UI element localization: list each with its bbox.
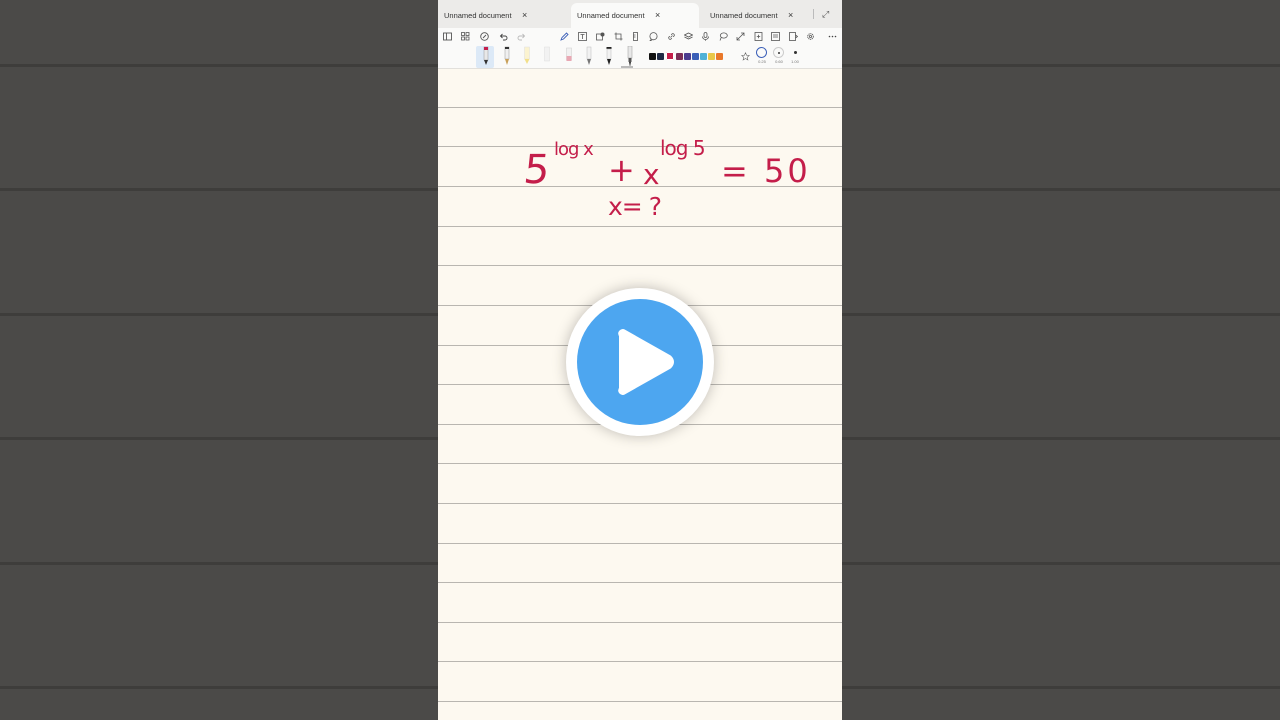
pen-tray-handle — [621, 66, 633, 68]
ruler-icon[interactable] — [631, 32, 640, 41]
fountain-pen-icon[interactable] — [481, 46, 491, 68]
tab-document-1[interactable]: Unnamed document × — [438, 3, 562, 28]
ruled-line — [438, 582, 842, 583]
color-swatch-orange[interactable] — [716, 53, 723, 60]
more-icon[interactable] — [828, 32, 837, 41]
tab-label: Unnamed document — [710, 11, 778, 20]
stroke-size-small-label: 0.25 — [758, 59, 766, 64]
eraser-icon[interactable] — [564, 46, 574, 68]
ruled-line — [438, 265, 842, 266]
pencil-tool-icon[interactable] — [584, 46, 594, 68]
ruled-line — [438, 107, 842, 108]
handwriting-question: x= ? — [608, 192, 662, 221]
color-swatch-red[interactable] — [666, 52, 674, 60]
ruled-line — [438, 226, 842, 227]
lasso-icon[interactable] — [719, 32, 728, 41]
calligraphy-pen-icon[interactable] — [625, 46, 635, 68]
favorite-star-icon[interactable] — [741, 52, 750, 61]
color-swatch-blue[interactable] — [692, 53, 699, 60]
color-swatch-purple[interactable] — [684, 53, 691, 60]
color-swatch-black[interactable] — [649, 53, 656, 60]
pen-toolbar: 0.25 0.60 1.00 — [438, 46, 842, 69]
grid-icon[interactable] — [461, 32, 470, 41]
color-swatch-plum[interactable] — [676, 53, 683, 60]
handwriting-exponent-1: log x — [554, 139, 594, 160]
brush-pen-icon[interactable] — [604, 46, 614, 68]
marker-icon[interactable] — [542, 46, 552, 68]
pen-circle-icon[interactable] — [480, 32, 489, 41]
tab-divider — [813, 9, 814, 19]
stroke-size-small[interactable] — [756, 47, 767, 58]
expand-icon[interactable] — [736, 32, 745, 41]
split-icon[interactable] — [789, 32, 798, 41]
handwriting-x: x — [643, 158, 660, 191]
link-icon[interactable] — [667, 32, 676, 41]
close-icon[interactable]: × — [522, 3, 527, 28]
tab-document-2[interactable]: Unnamed document × — [571, 3, 699, 28]
handwriting-plus: + — [608, 151, 635, 189]
ruled-line — [438, 463, 842, 464]
close-icon[interactable]: × — [788, 3, 793, 28]
handwriting-exponent-2: log 5 — [660, 136, 706, 160]
mic-icon[interactable] — [701, 32, 710, 41]
layers-icon[interactable] — [684, 32, 693, 41]
ballpoint-pen-icon[interactable] — [502, 46, 512, 68]
stroke-size-large[interactable] — [790, 47, 801, 58]
tab-document-3[interactable]: Unnamed document × — [704, 3, 804, 28]
add-page-icon[interactable] — [754, 32, 763, 41]
ruled-line — [438, 622, 842, 623]
expand-window-icon[interactable]: ⤢ — [822, 0, 829, 28]
shape-icon[interactable] — [596, 32, 605, 41]
tab-label: Unnamed document — [444, 11, 512, 20]
ruled-line — [438, 701, 842, 702]
crop-icon[interactable] — [614, 32, 623, 41]
main-toolbar — [438, 28, 842, 46]
handwriting-equals: = 50 — [721, 152, 811, 190]
ruled-line — [438, 503, 842, 504]
ruled-line — [438, 146, 842, 147]
color-swatch-navy[interactable] — [657, 53, 664, 60]
sidebar-icon[interactable] — [443, 32, 452, 41]
comment-icon[interactable] — [649, 32, 658, 41]
tab-label: Unnamed document — [577, 11, 645, 20]
tab-bar: Unnamed document × Unnamed document × Un… — [438, 0, 842, 28]
play-button[interactable] — [566, 288, 714, 436]
stroke-size-medium[interactable] — [773, 47, 784, 58]
color-swatch-yellow[interactable] — [708, 53, 715, 60]
page-icon[interactable] — [771, 32, 780, 41]
text-icon[interactable] — [578, 32, 587, 41]
stroke-size-large-label: 1.00 — [791, 59, 799, 64]
pencil-icon[interactable] — [560, 32, 569, 41]
color-swatch-cyan[interactable] — [700, 53, 707, 60]
play-button-circle — [577, 299, 703, 425]
redo-icon[interactable] — [517, 32, 526, 41]
undo-icon[interactable] — [499, 32, 508, 41]
ruled-line — [438, 543, 842, 544]
handwriting-base: 5 — [521, 147, 552, 193]
play-icon — [618, 329, 674, 395]
close-icon[interactable]: × — [655, 3, 660, 28]
settings-icon[interactable] — [806, 32, 815, 41]
ruled-line — [438, 661, 842, 662]
highlighter-icon[interactable] — [522, 46, 532, 68]
stroke-size-medium-label: 0.60 — [775, 59, 783, 64]
